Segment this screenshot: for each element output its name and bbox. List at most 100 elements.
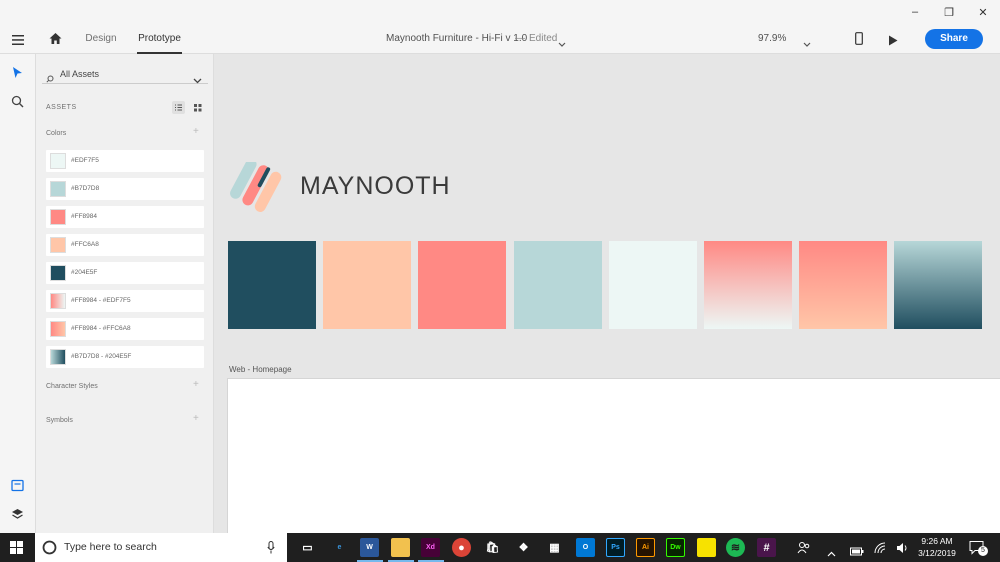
- color-tile[interactable]: [608, 241, 697, 329]
- assets-filter-dropdown[interactable]: All Assets: [42, 64, 208, 84]
- color-tile[interactable]: [704, 241, 792, 329]
- layers-icon[interactable]: [11, 508, 24, 526]
- colors-section-label: Colors: [46, 130, 67, 137]
- symbols-section-label: Symbols: [46, 417, 73, 424]
- action-center-icon[interactable]: 5: [969, 540, 988, 556]
- task-view-icon[interactable]: ▭: [298, 538, 317, 557]
- select-tool-icon[interactable]: [12, 66, 23, 84]
- clock-date: 3/12/2019: [918, 548, 956, 558]
- color-swatch-row[interactable]: #204E5F: [46, 262, 204, 284]
- logo-wordmark[interactable]: MAYNOOTH: [300, 172, 451, 201]
- design-canvas[interactable]: MAYNOOTH Web - Homepage: [214, 54, 1000, 533]
- app-toolbar: Design Prototype Maynooth Furniture - Hi…: [0, 24, 1000, 54]
- calendar-icon[interactable]: ▦: [545, 538, 564, 557]
- add-color-icon[interactable]: +: [193, 126, 199, 137]
- list-view-icon[interactable]: [172, 101, 185, 114]
- tab-design[interactable]: Design: [84, 24, 118, 54]
- color-swatch-row[interactable]: #B7D7D8 - #204E5F: [46, 346, 204, 368]
- color-tile[interactable]: [513, 241, 602, 329]
- store-icon[interactable]: 🛍: [483, 538, 502, 557]
- tool-rail: [0, 54, 36, 533]
- assets-filter-label: All Assets: [60, 69, 100, 79]
- xd-window: – ❐ ✕ Design Prototype Maynooth Furnitur…: [0, 0, 1000, 562]
- restore-button[interactable]: ❐: [932, 0, 966, 24]
- notification-count-badge: 5: [978, 546, 988, 556]
- taskbar-search-box[interactable]: Type here to search: [35, 533, 287, 562]
- battery-icon[interactable]: [850, 543, 864, 561]
- filter-chevron-icon[interactable]: [193, 71, 202, 89]
- search-icon[interactable]: [11, 95, 24, 113]
- dropbox-icon[interactable]: ❖: [514, 538, 533, 557]
- photoshop-icon[interactable]: Ps: [606, 538, 625, 557]
- windows-taskbar: Type here to search ▭ e W Xd ● 🛍 ❖ ▦ O Ps Ai Dw ≋ # 9…: [0, 533, 1000, 562]
- word-icon[interactable]: W: [360, 538, 379, 557]
- color-swatch-label: #FF8984 - #EDF7F5: [71, 297, 131, 304]
- outlook-icon[interactable]: O: [576, 538, 595, 557]
- hamburger-menu-icon[interactable]: [12, 33, 24, 45]
- color-swatch-row[interactable]: #FF8984 - #EDF7F5: [46, 290, 204, 312]
- wifi-icon[interactable]: [874, 541, 886, 559]
- sticky-notes-icon[interactable]: [697, 538, 716, 557]
- clock-time: 9:26 AM: [921, 536, 953, 546]
- color-swatch-label: #EDF7F5: [71, 157, 99, 164]
- color-swatch-label: #204E5F: [71, 269, 98, 276]
- slack-icon[interactable]: #: [757, 538, 776, 557]
- illustrator-icon[interactable]: Ai: [636, 538, 655, 557]
- cortana-icon: [42, 540, 57, 560]
- color-chip: [50, 265, 66, 281]
- color-swatch-label: #FFC6A8: [71, 241, 99, 248]
- close-button[interactable]: ✕: [966, 0, 1000, 24]
- document-title[interactable]: Maynooth Furniture - Hi-Fi v 1.0: [386, 33, 527, 44]
- edited-status: Edited: [529, 33, 558, 44]
- add-symbol-icon[interactable]: +: [193, 413, 199, 424]
- windows-start-icon[interactable]: [10, 541, 23, 559]
- artboard-label[interactable]: Web - Homepage: [229, 365, 292, 374]
- color-swatch-label: #B7D7D8 - #204E5F: [71, 353, 132, 360]
- minimize-button[interactable]: –: [898, 0, 932, 24]
- device-preview-icon[interactable]: [855, 32, 863, 50]
- title-separator: —: [515, 33, 525, 44]
- share-button[interactable]: Share: [925, 29, 983, 49]
- title-bar: – ❐ ✕: [0, 0, 1000, 24]
- tray-chevron-up-icon[interactable]: [827, 544, 836, 562]
- zoom-chevron-icon[interactable]: [803, 35, 811, 53]
- maynooth-logo-mark: [228, 158, 294, 217]
- dreamweaver-icon[interactable]: Dw: [666, 538, 685, 557]
- artboard-web-homepage[interactable]: [227, 378, 1000, 533]
- character-styles-section-label: Character Styles: [46, 383, 98, 390]
- color-swatch-row[interactable]: #FF8984: [46, 206, 204, 228]
- system-clock[interactable]: 9:26 AM 3/12/2019: [909, 535, 965, 559]
- zoom-level[interactable]: 97.9%: [758, 33, 786, 44]
- color-swatch-row[interactable]: #EDF7F5: [46, 150, 204, 172]
- microphone-icon[interactable]: [267, 541, 275, 559]
- color-chip: [50, 209, 66, 225]
- xd-icon[interactable]: Xd: [421, 538, 440, 557]
- file-explorer-icon[interactable]: [391, 538, 410, 557]
- color-swatch-row[interactable]: #FFC6A8: [46, 234, 204, 256]
- color-chip: [50, 321, 66, 337]
- color-chip: [50, 237, 66, 253]
- color-swatch-row[interactable]: #FF8984 - #FFC6A8: [46, 318, 204, 340]
- grid-view-icon[interactable]: [191, 101, 204, 114]
- edge-icon[interactable]: e: [330, 538, 349, 557]
- color-chip: [50, 349, 66, 365]
- home-icon[interactable]: [49, 32, 62, 45]
- color-tile[interactable]: [418, 241, 507, 329]
- spotify-icon[interactable]: ≋: [726, 538, 745, 557]
- color-tile[interactable]: [228, 241, 316, 329]
- play-icon[interactable]: [888, 33, 898, 51]
- color-chip: [50, 153, 66, 169]
- assets-panel-icon[interactable]: [11, 479, 24, 497]
- chevron-down-icon[interactable]: [558, 35, 566, 53]
- color-tile[interactable]: [323, 241, 412, 329]
- color-tile[interactable]: [894, 241, 983, 329]
- color-swatch-label: #B7D7D8: [71, 185, 100, 192]
- tab-prototype[interactable]: Prototype: [137, 24, 182, 54]
- color-tile[interactable]: [799, 241, 888, 329]
- chrome-icon[interactable]: ●: [452, 538, 471, 557]
- people-icon[interactable]: [797, 541, 811, 559]
- volume-icon[interactable]: [896, 541, 909, 559]
- color-swatch-row[interactable]: #B7D7D8: [46, 178, 204, 200]
- add-character-style-icon[interactable]: +: [193, 379, 199, 390]
- assets-panel: All Assets ASSETS Colors + #EDF7F5 #B7D7D…: [36, 54, 214, 533]
